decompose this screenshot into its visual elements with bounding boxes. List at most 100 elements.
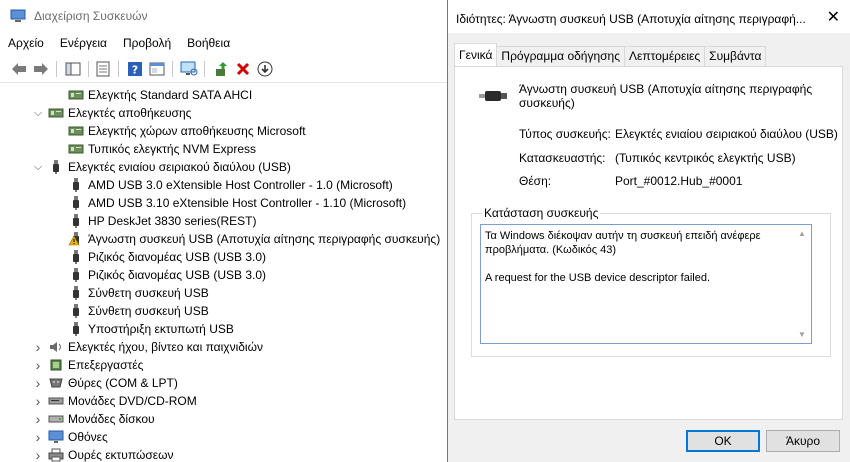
tree-device[interactable]: Ριζικός διανομέας USB (USB 3.0)	[52, 266, 266, 284]
chevron-right-icon[interactable]: ›	[32, 447, 44, 462]
menu-file[interactable]: Αρχείο	[0, 34, 52, 54]
tab-strip: Γενικά Πρόγραμμα οδήγησης Λεπτομέρειες Σ…	[454, 43, 767, 68]
usb-icon	[48, 160, 64, 174]
usb-icon	[68, 214, 84, 228]
menu-action[interactable]: Ενέργεια	[52, 34, 115, 54]
location-value: Port_#0012.Hub_#0001	[615, 174, 743, 188]
storage-controller-icon	[68, 124, 84, 138]
tree-device[interactable]: Ελεγκτής χώρων αποθήκευσης Microsoft	[52, 122, 306, 140]
disable-device-button[interactable]	[256, 60, 274, 78]
device-status-group: Κατάσταση συσκευής Τα Windows διέκοψαν α…	[471, 206, 831, 357]
tree-category[interactable]: › Οθόνες	[32, 428, 108, 446]
tree-item-label: AMD USB 3.10 eXtensible Host Controller …	[88, 196, 407, 210]
usb-icon	[68, 286, 84, 300]
menu-help[interactable]: Βοήθεια	[179, 34, 238, 54]
tab-details[interactable]: Λεπτομέρειες	[624, 46, 706, 66]
delete-x-icon	[236, 62, 250, 76]
tree-category[interactable]: › Μονάδες δίσκου	[32, 410, 155, 428]
back-button[interactable]	[10, 60, 28, 78]
menu-view[interactable]: Προβολή	[115, 34, 179, 54]
tree-item-label: Σύνθετη συσκευή USB	[88, 286, 209, 300]
chevron-down-icon[interactable]: ⌵	[32, 107, 44, 120]
tree-category[interactable]: › Θύρες (COM & LPT)	[32, 374, 178, 392]
tab-general[interactable]: Γενικά	[454, 43, 498, 68]
tree-device[interactable]: Σύνθετη συσκευή USB	[52, 284, 209, 302]
usb-icon	[68, 196, 84, 210]
tab-events[interactable]: Συμβάντα	[704, 46, 767, 66]
tree-device[interactable]: HP DeskJet 3830 series(REST)	[52, 212, 257, 230]
manufacturer-value: (Τυπικός κεντρικός ελεγκτής USB)	[615, 151, 796, 165]
tree-device[interactable]: AMD USB 3.10 eXtensible Host Controller …	[52, 194, 406, 212]
tree-device[interactable]: AMD USB 3.0 eXtensible Host Controller -…	[52, 176, 393, 194]
tree-item-label: Ελεγκτές αποθήκευσης	[68, 106, 192, 120]
tree-device[interactable]: Υποστήριξη εκτυπωτή USB	[52, 320, 234, 338]
status-scrollbar[interactable]: ▲ ▼	[795, 225, 811, 343]
device-type-value: Ελεγκτές ενιαίου σειριακού διαύλου (USB)	[615, 127, 838, 141]
tree-item-label: Άγνωστη συσκευή USB (Αποτυχία αίτησης πε…	[88, 232, 441, 246]
tree-item-label: Ελεγκτής Standard SATA AHCI	[88, 88, 253, 102]
dvd-icon	[48, 394, 64, 408]
window-title: Διαχείριση Συσκευών	[34, 9, 148, 23]
update-driver-button[interactable]	[212, 60, 230, 78]
tree-category[interactable]: › Μονάδες DVD/CD-ROM	[32, 392, 197, 410]
down-arrow-circle-icon	[257, 61, 273, 77]
tree-device[interactable]: Ελεγκτής Standard SATA AHCI	[52, 86, 252, 104]
chevron-right-icon[interactable]: ›	[32, 411, 44, 427]
printer-icon	[48, 448, 64, 462]
chevron-right-icon[interactable]: ›	[32, 339, 44, 355]
chevron-right-icon[interactable]: ›	[32, 393, 44, 409]
console-tree-icon	[65, 62, 81, 76]
tree-item-label: Ελεγκτές ήχου, βίντεο και παιχνιδιών	[68, 340, 263, 354]
manufacturer-label: Κατασκευαστής:	[519, 151, 606, 165]
chevron-right-icon[interactable]: ›	[32, 429, 44, 445]
cancel-button[interactable]: Άκυρο	[766, 430, 840, 452]
close-button[interactable]: ✕	[827, 7, 840, 27]
tree-item-label: Ελεγκτές ενιαίου σειριακού διαύλου (USB)	[68, 160, 291, 174]
scroll-down-icon[interactable]: ▼	[798, 330, 806, 339]
tree-category[interactable]: › Επεξεργαστές	[32, 356, 144, 374]
toolbar-separator	[172, 61, 173, 77]
help-button[interactable]: ?	[126, 60, 144, 78]
scan-hardware-button[interactable]	[180, 60, 198, 78]
tree-category[interactable]: › Ελεγκτές ήχου, βίντεο και παιχνιδιών	[32, 338, 263, 356]
chevron-right-icon[interactable]: ›	[32, 357, 44, 373]
chevron-right-icon[interactable]: ›	[32, 375, 44, 391]
tree-device[interactable]: Τυπικός ελεγκτής NVM Express	[52, 140, 256, 158]
tree-device[interactable]: Ριζικός διανομέας USB (USB 3.0)	[52, 248, 266, 266]
tab-driver[interactable]: Πρόγραμμα οδήγησης	[496, 46, 626, 66]
tree-category[interactable]: ⌵ Ελεγκτές ενιαίου σειριακού διαύλου (USB…	[32, 158, 291, 176]
tree-item-label: Ουρές εκτυπώσεων	[68, 448, 174, 462]
dialog-title: Ιδιότητες: Άγνωστη συσκευή USB (Αποτυχία…	[456, 12, 806, 26]
ok-button[interactable]: OK	[686, 430, 760, 452]
device-status-textbox[interactable]: Τα Windows διέκοψαν αυτήν τη συσκευή επε…	[480, 224, 812, 344]
properties-button[interactable]	[94, 60, 112, 78]
device-status-text: Τα Windows διέκοψαν αυτήν τη συσκευή επε…	[485, 230, 761, 284]
tree-item-label: Υποστήριξη εκτυπωτή USB	[88, 322, 234, 336]
console-tree-button[interactable]	[64, 60, 82, 78]
forward-button[interactable]	[32, 60, 50, 78]
chevron-down-icon[interactable]: ⌵	[32, 161, 44, 174]
device-type-label: Τύπος συσκευής:	[519, 127, 611, 141]
general-tab-panel: Άγνωστη συσκευή USB (Αποτυχία αίτησης πε…	[454, 66, 843, 420]
tree-item-label: Τυπικός ελεγκτής NVM Express	[88, 142, 257, 156]
svg-text:?: ?	[132, 64, 138, 77]
tree-item-label: HP DeskJet 3830 series(REST)	[88, 214, 257, 228]
speaker-icon	[48, 340, 64, 354]
location-label: Θέση:	[519, 174, 552, 188]
usb-plug-icon	[479, 91, 507, 101]
tree-item-label: Ριζικός διανομέας USB (USB 3.0)	[88, 268, 267, 282]
tree-category[interactable]: ⌵ Ελεγκτές αποθήκευσης	[32, 104, 192, 122]
scroll-up-icon[interactable]: ▲	[798, 229, 806, 238]
properties-dialog: Ιδιότητες: Άγνωστη συσκευή USB (Αποτυχία…	[447, 0, 850, 462]
storage-controller-icon	[68, 88, 84, 102]
usb-icon	[68, 250, 84, 264]
tree-item-label: Ριζικός διανομέας USB (USB 3.0)	[88, 250, 267, 264]
warning-icon	[68, 232, 84, 246]
scan-view-button[interactable]	[148, 60, 166, 78]
tree-category[interactable]: › Ουρές εκτυπώσεων	[32, 446, 174, 462]
uninstall-device-button[interactable]	[234, 60, 252, 78]
usb-icon	[68, 268, 84, 282]
tree-device[interactable]: Άγνωστη συσκευή USB (Αποτυχία αίτησης πε…	[52, 230, 440, 248]
monitor-icon	[48, 430, 64, 444]
tree-device[interactable]: Σύνθετη συσκευή USB	[52, 302, 209, 320]
